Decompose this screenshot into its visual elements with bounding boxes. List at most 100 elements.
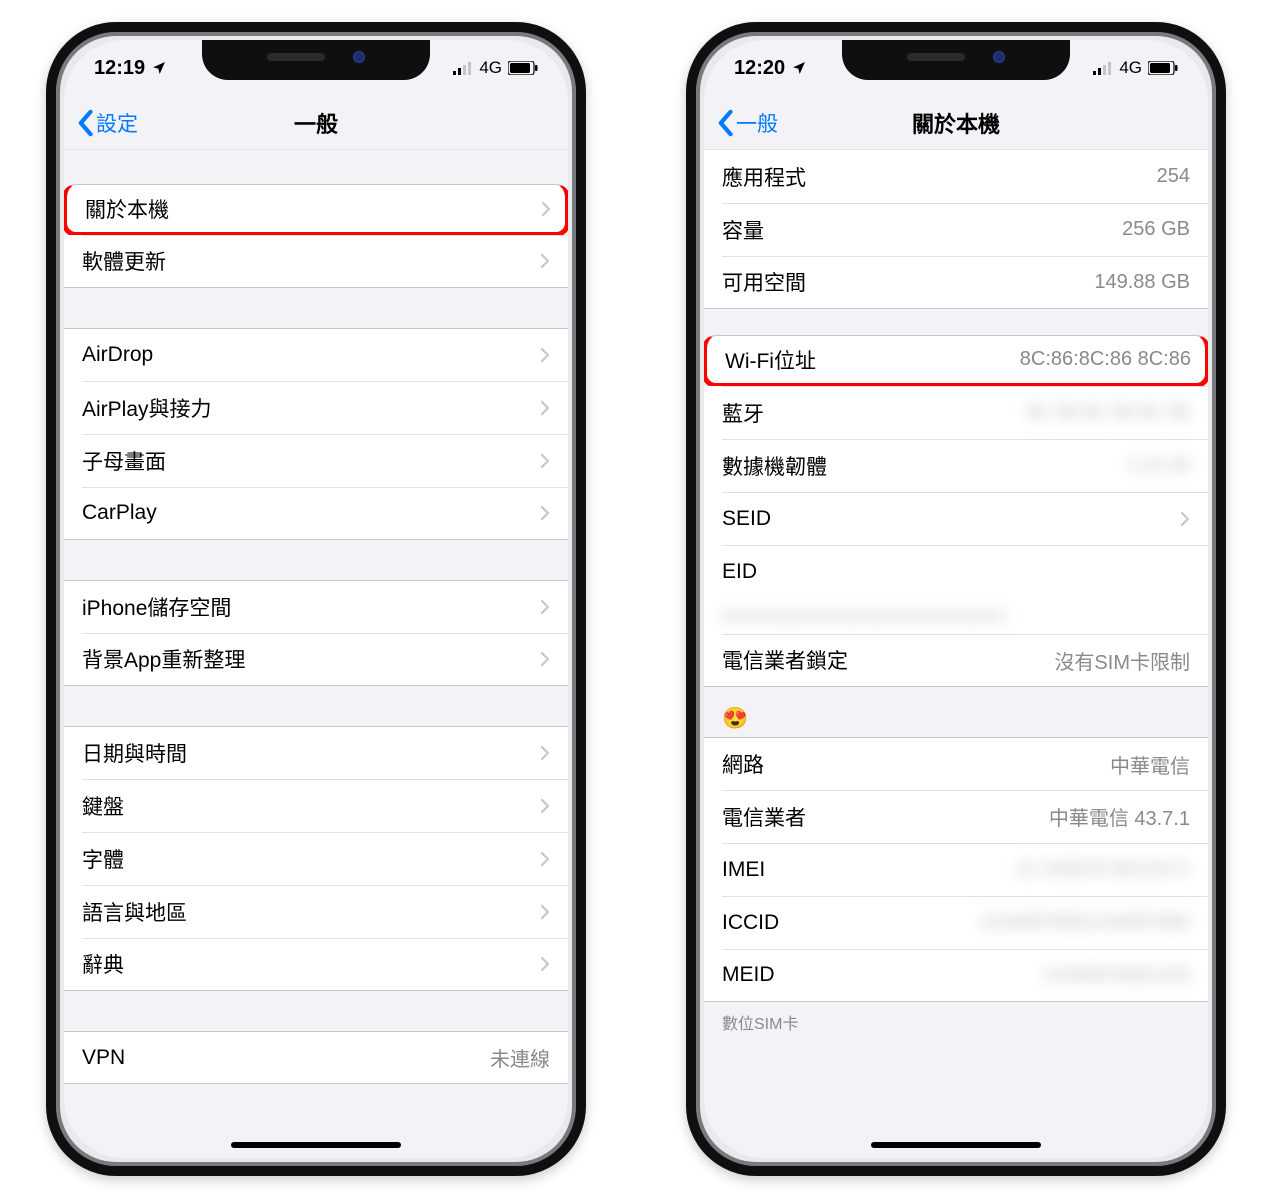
screen-left: 12:19 4G 設定 一般 bbox=[64, 40, 568, 1158]
notch bbox=[202, 40, 430, 80]
cell-value-redacted: 89049032000000000000000000000000 bbox=[722, 608, 1005, 625]
cell-item[interactable]: 子母畫面 bbox=[64, 434, 568, 487]
battery-icon bbox=[1148, 61, 1178, 75]
settings-list[interactable]: 關於本機軟體更新 AirDrop AirPlay與接力子母畫面 CarPlay iP… bbox=[64, 150, 568, 1158]
cell-label: 鍵盤 bbox=[82, 791, 530, 821]
cell-value: 未連線 bbox=[490, 1043, 550, 1072]
chevron-right-icon bbox=[540, 956, 550, 972]
cell-item: 容量 256 GB bbox=[704, 203, 1208, 256]
cell-item[interactable]: 鍵盤 bbox=[64, 779, 568, 832]
cell-label: SEID bbox=[722, 507, 1170, 531]
cell-label: EID bbox=[722, 560, 1190, 584]
cell-meid: MEID 12345678901234 bbox=[704, 949, 1208, 1002]
cell-label: 容量 bbox=[722, 215, 1110, 245]
notch bbox=[842, 40, 1070, 80]
battery-icon bbox=[508, 61, 538, 75]
mute-switch bbox=[686, 192, 688, 230]
mute-switch bbox=[46, 192, 48, 230]
back-button[interactable]: 一般 bbox=[716, 108, 778, 138]
cell-value-redacted: 8C 86 8C 86 8C 86 bbox=[1027, 402, 1190, 423]
cell-label: 數據機韌體 bbox=[722, 451, 1114, 481]
status-network: 4G bbox=[479, 58, 502, 78]
nav-title: 一般 bbox=[64, 107, 568, 139]
phone-right: 12:20 4G 一般 關於本機 bbox=[686, 22, 1226, 1176]
cell-airdrop[interactable]: AirDrop bbox=[64, 328, 568, 381]
cell-app[interactable]: 背景App重新整理 bbox=[64, 633, 568, 686]
cell-label: 網路 bbox=[722, 749, 1098, 779]
status-time: 12:20 bbox=[734, 57, 785, 80]
cell-carplay[interactable]: CarPlay bbox=[64, 487, 568, 540]
volume-up-button bbox=[686, 252, 688, 322]
cell-label: 背景App重新整理 bbox=[82, 644, 530, 674]
cell-item: 數據機韌體 1.23.45 bbox=[704, 439, 1208, 492]
chevron-right-icon bbox=[540, 745, 550, 761]
location-icon bbox=[791, 60, 807, 76]
cell-item[interactable]: 關於本機 bbox=[64, 184, 568, 237]
cell-value: 149.88 GB bbox=[1094, 271, 1190, 294]
volume-up-button bbox=[46, 252, 48, 322]
cell-item[interactable]: 日期與時間 bbox=[64, 726, 568, 779]
about-list[interactable]: 應用程式 254 容量 256 GB 可用空間 149.88 GB Wi-Fi位址 8C:8… bbox=[704, 150, 1208, 1158]
signal-icon bbox=[453, 61, 473, 75]
signal-icon bbox=[1093, 61, 1113, 75]
cell-label: MEID bbox=[722, 963, 1031, 987]
cell-label: VPN bbox=[82, 1046, 478, 1070]
cell-airplay[interactable]: AirPlay與接力 bbox=[64, 381, 568, 434]
chevron-right-icon bbox=[540, 400, 550, 416]
cell-item: 電信業者中華電信 43.7.1 bbox=[704, 790, 1208, 843]
cell-label: 可用空間 bbox=[722, 267, 1082, 297]
cell-label: 語言與地區 bbox=[82, 897, 530, 927]
cell-eid: EID bbox=[704, 545, 1208, 598]
cell-seid[interactable]: SEID bbox=[704, 492, 1208, 545]
cell-item: 可用空間 149.88 GB bbox=[704, 256, 1208, 309]
cell-label: ICCID bbox=[722, 911, 968, 935]
volume-down-button bbox=[46, 342, 48, 412]
back-button[interactable]: 設定 bbox=[76, 108, 138, 138]
cell-iccid: ICCID12345678901234567890 bbox=[704, 896, 1208, 949]
cell-label: AirDrop bbox=[82, 343, 530, 367]
cell-label: 電信業者鎖定 bbox=[722, 645, 1042, 675]
cell-value-redacted: 1.23.45 bbox=[1126, 455, 1190, 476]
back-label: 一般 bbox=[736, 108, 778, 138]
status-network: 4G bbox=[1119, 58, 1142, 78]
cell-vpn: VPN 未連線 bbox=[64, 1031, 568, 1084]
cell-label: Wi-Fi位址 bbox=[725, 345, 1008, 375]
back-label: 設定 bbox=[96, 108, 138, 138]
cell-label: 辭典 bbox=[82, 949, 530, 979]
cell-imei: IMEI12 345678 901234 5 bbox=[704, 843, 1208, 896]
cell-item: 藍牙8C 86 8C 86 8C 86 bbox=[704, 386, 1208, 439]
sim-section-header: 😍 bbox=[704, 687, 1208, 737]
cell-value: 8C:86:8C:86 8C:86 bbox=[1020, 348, 1191, 371]
cell-value: 254 bbox=[1157, 165, 1190, 188]
cell-value-redacted: 12345678901234 bbox=[1043, 965, 1190, 986]
cell-label: 子母畫面 bbox=[82, 446, 530, 476]
home-indicator[interactable] bbox=[231, 1142, 401, 1148]
cell-iphone[interactable]: iPhone儲存空間 bbox=[64, 580, 568, 633]
home-indicator[interactable] bbox=[871, 1142, 1041, 1148]
phone-left: 12:19 4G 設定 一般 bbox=[46, 22, 586, 1176]
cell-item: 電信業者鎖定沒有SIM卡限制 bbox=[704, 634, 1208, 687]
cell-value: 256 GB bbox=[1122, 218, 1190, 241]
chevron-right-icon bbox=[540, 851, 550, 867]
cell-label: 應用程式 bbox=[722, 162, 1145, 192]
chevron-right-icon bbox=[540, 347, 550, 363]
chevron-right-icon bbox=[540, 253, 550, 269]
cell-item[interactable]: 辭典 bbox=[64, 938, 568, 991]
chevron-right-icon bbox=[540, 904, 550, 920]
nav-title: 關於本機 bbox=[704, 107, 1208, 139]
side-button bbox=[584, 282, 586, 392]
cell-label: 日期與時間 bbox=[82, 738, 530, 768]
cell-label: 軟體更新 bbox=[82, 246, 530, 276]
volume-down-button bbox=[686, 342, 688, 412]
cell-item[interactable]: 語言與地區 bbox=[64, 885, 568, 938]
cell-item[interactable]: 字體 bbox=[64, 832, 568, 885]
cell-eid-value-row: .cell + .cell[data-name="cell-eid-value-… bbox=[704, 598, 1208, 634]
cell-value-redacted: 12 345678 901234 5 bbox=[1016, 859, 1190, 880]
cell-value: 沒有SIM卡限制 bbox=[1054, 646, 1190, 675]
cell-item[interactable]: 軟體更新 bbox=[64, 235, 568, 288]
cell-value: 中華電信 43.7.1 bbox=[1049, 802, 1190, 831]
cell-value: 中華電信 bbox=[1110, 750, 1190, 779]
chevron-right-icon bbox=[540, 651, 550, 667]
cell-item: 應用程式 254 bbox=[704, 150, 1208, 203]
status-time: 12:19 bbox=[94, 57, 145, 80]
